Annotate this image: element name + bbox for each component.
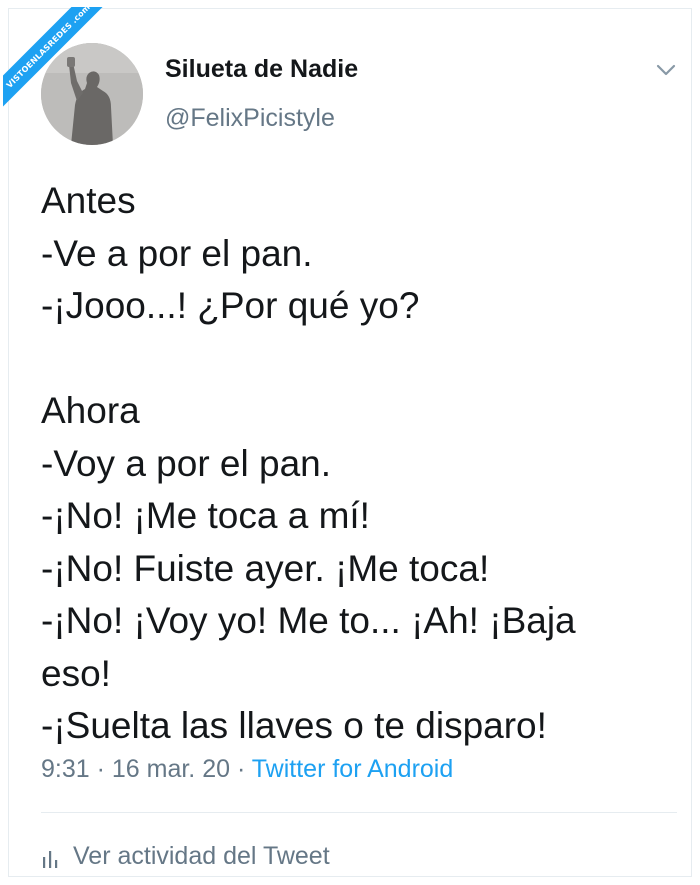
tweet-text: Antes -Ve a por el pan. -¡Jooo...! ¿Por … xyxy=(41,175,681,753)
tweet-line: Ahora xyxy=(41,390,140,431)
bar-chart-icon xyxy=(43,851,58,868)
source-link[interactable]: Twitter for Android xyxy=(252,755,453,783)
tweet-card: VISTOENLASREDES .com Silueta de Nadie @F… xyxy=(3,7,692,877)
user-handle[interactable]: @FelixPicistyle xyxy=(165,104,335,133)
tweet-line: -¡Suelta las llaves o te disparo! xyxy=(41,705,547,746)
avatar[interactable] xyxy=(41,43,143,145)
view-activity-label: Ver actividad del Tweet xyxy=(73,841,330,870)
tweet-line: -¡No! Fuiste ayer. ¡Me toca! xyxy=(41,547,490,589)
tweet-line: -¡No! ¡Me toca a mí! xyxy=(41,495,370,536)
display-name[interactable]: Silueta de Nadie xyxy=(165,55,358,84)
tweet-line: -¡Jooo...! ¿Por qué yo? xyxy=(41,285,420,326)
tweet-line: -Ve a por el pan. xyxy=(41,232,313,274)
tweet-line: -Voy a por el pan. xyxy=(41,442,332,484)
tweet-line: -¡No! ¡Voy yo! Me to... ¡Ah! ¡Baja xyxy=(41,600,576,641)
divider xyxy=(41,812,677,813)
tweet-line: eso! xyxy=(41,652,111,694)
avatar-silhouette-icon xyxy=(41,43,143,145)
tweet-line: Antes xyxy=(41,180,136,221)
tweet-meta: 9:31 · 16 mar. 20 · Twitter for Android xyxy=(41,755,453,784)
timestamp[interactable]: 9:31 · 16 mar. 20 · xyxy=(41,755,252,783)
view-activity-button[interactable]: Ver actividad del Tweet xyxy=(41,839,330,873)
chevron-down-icon[interactable] xyxy=(655,61,677,79)
